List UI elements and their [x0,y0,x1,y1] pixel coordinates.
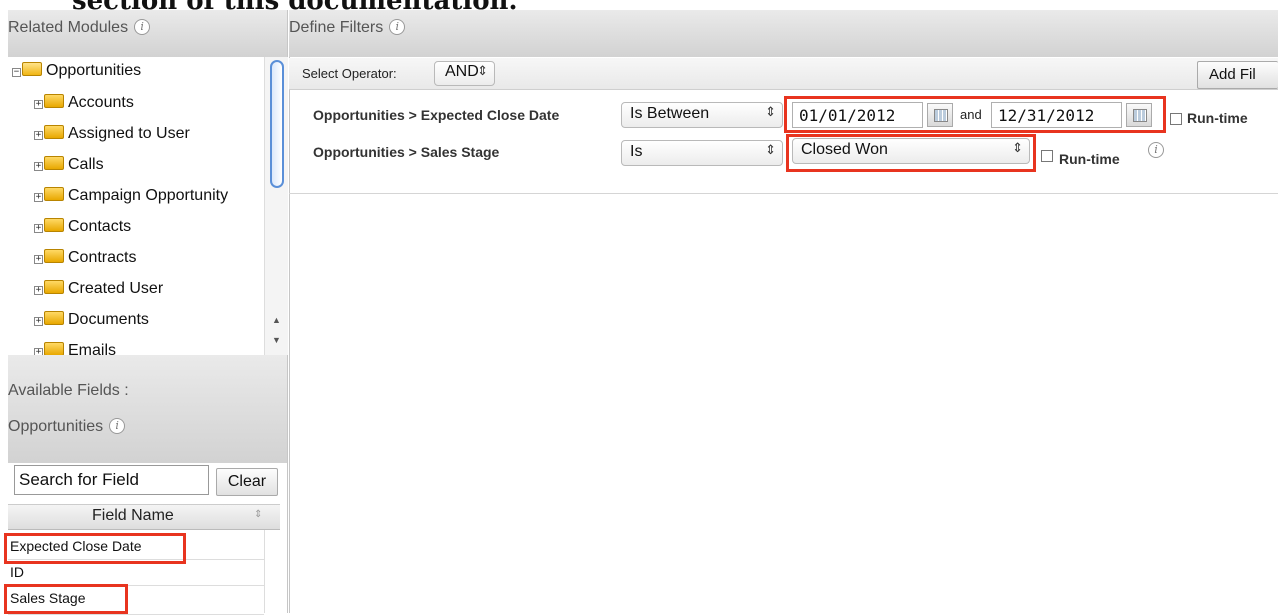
field-name: ID [10,564,24,580]
expand-icon[interactable]: + [34,286,43,295]
operator-select[interactable]: AND ⇕ [434,61,495,86]
folder-icon [44,218,64,232]
available-fields-title: Available Fields : [8,382,129,399]
folder-icon [44,280,64,294]
grid-divider [264,530,265,613]
scroll-down-arrow-icon[interactable]: ▼ [272,335,281,345]
select-arrows-icon: ⇕ [765,104,776,119]
runtime-checkbox[interactable] [1041,150,1053,162]
expand-icon[interactable]: + [34,193,43,202]
clear-button[interactable]: Clear [216,468,278,496]
field-name-column-header[interactable]: Field Name ⇕ [8,504,280,530]
expand-icon[interactable]: + [34,224,43,233]
folder-icon [44,342,64,356]
info-icon[interactable]: i [134,19,151,35]
scroll-up-arrow-icon[interactable]: ▲ [272,315,281,325]
filter-field-label: Opportunities > Expected Close Date [313,107,560,123]
folder-icon [44,249,64,263]
sort-icon[interactable]: ⇕ [254,509,262,520]
highlight-date-range [784,96,1166,133]
info-icon[interactable]: i [389,19,406,35]
folder-icon [44,187,64,201]
highlight-sales-stage-value [786,134,1036,172]
folder-icon [44,94,64,108]
tree-item-contacts[interactable]: + Contacts [34,216,131,238]
tree-item-documents[interactable]: + Documents [34,309,149,331]
folder-icon [44,156,64,170]
select-operator-label: Select Operator: [302,66,397,81]
related-modules-header: Related Modules i [8,10,288,57]
tree-item-created-user[interactable]: + Created User [34,278,163,300]
folder-icon [44,311,64,325]
filter-qualifier-select[interactable]: Is Between ⇕ [621,102,783,128]
expand-icon[interactable]: + [34,162,43,171]
expand-icon[interactable]: + [34,100,43,109]
folder-icon [44,125,64,139]
collapse-icon[interactable]: − [12,68,21,77]
info-icon[interactable]: i [1148,142,1164,158]
available-fields-module: Opportunities [8,418,104,435]
field-name-header-label: Field Name [92,507,174,524]
expand-icon[interactable]: + [34,131,43,140]
define-filters-header: Define Filters i [289,10,1278,57]
expand-icon[interactable]: + [34,317,43,326]
highlight-sales-stage [4,584,128,614]
tree-item-calls[interactable]: + Calls [34,154,104,176]
tree-item-accounts[interactable]: + Accounts [34,92,134,114]
expand-icon[interactable]: + [34,255,43,264]
define-filters-panel [289,57,1278,613]
related-modules-tree: − Opportunities + Accounts + Assigned to Use… [8,57,288,358]
folder-open-icon [22,62,42,76]
related-modules-title: Related Modules [8,19,129,36]
filter-field-label: Opportunities > Sales Stage [313,144,500,160]
tree-item-campaign-opportunity[interactable]: + Campaign Opportunity [34,185,228,207]
info-icon[interactable]: i [109,418,126,434]
runtime-label: Run-time [1187,110,1248,126]
tree-item-contracts[interactable]: + Contracts [34,247,136,269]
select-arrows-icon: ⇕ [765,142,776,157]
scrollbar-thumb[interactable] [270,60,284,188]
runtime-label: Run-time [1059,151,1120,167]
filters-divider [289,193,1278,194]
available-fields-header: Available Fields : Opportunities i [8,355,288,463]
highlight-expected-close-date [4,533,186,564]
filter-qualifier-select[interactable]: Is ⇕ [621,140,783,166]
add-filter-button[interactable]: Add Fil [1197,61,1278,89]
field-search-input[interactable]: Search for Field [14,465,209,495]
tree-item-assigned-to-user[interactable]: + Assigned to User [34,123,190,145]
tree-scrollbar[interactable]: ▲ ▼ [264,57,288,355]
tree-root-opportunities[interactable]: − Opportunities [12,60,141,82]
runtime-checkbox[interactable] [1170,113,1182,125]
select-arrows-icon: ⇕ [477,63,488,78]
define-filters-title: Define Filters [289,19,384,36]
